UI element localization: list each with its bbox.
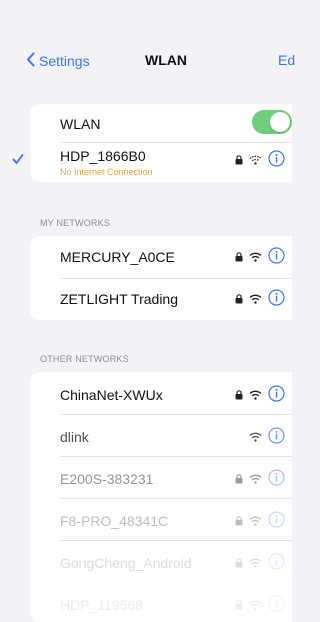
section-header-other-networks: OTHER NETWORKS [40, 354, 129, 364]
network-icons [235, 553, 291, 575]
network-row[interactable]: ChinaNet-XWUx [30, 385, 292, 411]
lock-icon [235, 387, 243, 405]
info-icon[interactable] [268, 247, 285, 269]
back-button[interactable]: Settings [26, 52, 90, 70]
checkmark-icon [12, 152, 24, 168]
info-icon[interactable] [268, 553, 285, 575]
network-icons [235, 289, 291, 311]
network-name: MERCURY_A0CE [60, 249, 175, 265]
network-name: HDP_119568 [60, 597, 144, 613]
wlan-toggle-row: WLAN [30, 110, 292, 136]
divider [60, 142, 292, 143]
network-row[interactable]: ZETLIGHT Trading [30, 289, 292, 315]
wifi-icon [249, 249, 262, 267]
lock-icon [235, 513, 243, 531]
divider [60, 540, 292, 541]
divider [60, 414, 292, 415]
info-icon[interactable] [268, 427, 285, 449]
divider [60, 456, 292, 457]
toggle-knob [270, 112, 290, 132]
lock-icon [235, 471, 243, 489]
connection-status: No Internet Connection [60, 167, 153, 177]
wifi-icon [249, 471, 262, 489]
page-title: WLAN [145, 52, 187, 68]
wifi-icon [249, 291, 262, 309]
navigation-bar: Settings WLAN Ed [0, 48, 295, 76]
network-icons [235, 469, 291, 491]
network-icons [235, 247, 291, 269]
network-row[interactable]: HDP_119568 [30, 595, 292, 617]
network-icons [235, 385, 291, 407]
lock-icon [235, 291, 243, 309]
info-icon[interactable] [268, 289, 285, 311]
wifi-icon [249, 387, 262, 405]
wlan-label: WLAN [60, 116, 101, 132]
back-label: Settings [39, 53, 90, 69]
section-header-my-networks: MY NETWORKS [40, 218, 111, 228]
network-row[interactable]: E200S-383231 [30, 469, 292, 495]
network-name: dlink [60, 429, 89, 445]
wlan-card: WLAN HDP_1866B0 No Internet Connection [12, 104, 292, 182]
info-icon[interactable] [268, 469, 285, 491]
wifi-icon [249, 597, 262, 615]
wifi-no-internet-icon [249, 152, 262, 170]
lock-icon [235, 152, 243, 170]
network-row[interactable]: F8-PRO_48341C [30, 511, 292, 537]
lock-icon [235, 249, 243, 267]
wlan-toggle[interactable] [252, 110, 292, 134]
network-icons [235, 150, 291, 172]
info-icon[interactable] [268, 385, 285, 407]
network-name: GongCheng_Android [60, 555, 192, 571]
other-networks-card: ChinaNet-XWUx dlink E200S-383231 F8-PRO_… [30, 372, 292, 622]
edit-button[interactable]: Ed [278, 52, 295, 68]
network-icons [249, 427, 291, 449]
divider [60, 498, 292, 499]
chevron-left-icon [26, 52, 39, 70]
lock-icon [235, 555, 243, 573]
info-icon[interactable] [268, 511, 285, 533]
wifi-icon [249, 513, 262, 531]
info-icon[interactable] [268, 150, 285, 172]
wifi-icon [249, 429, 262, 447]
network-name: HDP_1866B0 [60, 148, 146, 164]
network-name: ChinaNet-XWUx [60, 387, 163, 403]
network-icons [235, 511, 291, 533]
network-row[interactable]: GongCheng_Android [30, 553, 292, 579]
network-name: ZETLIGHT Trading [60, 291, 179, 307]
lock-icon [235, 597, 243, 615]
connected-network-row[interactable]: HDP_1866B0 No Internet Connection [12, 148, 292, 178]
network-name: E200S-383231 [60, 471, 154, 487]
network-name: F8-PRO_48341C [60, 513, 169, 529]
my-networks-card: MERCURY_A0CE ZETLIGHT Trading [30, 236, 292, 320]
divider [60, 278, 292, 279]
wifi-icon [249, 555, 262, 573]
network-row[interactable]: dlink [30, 427, 292, 453]
network-row[interactable]: MERCURY_A0CE [30, 247, 292, 273]
